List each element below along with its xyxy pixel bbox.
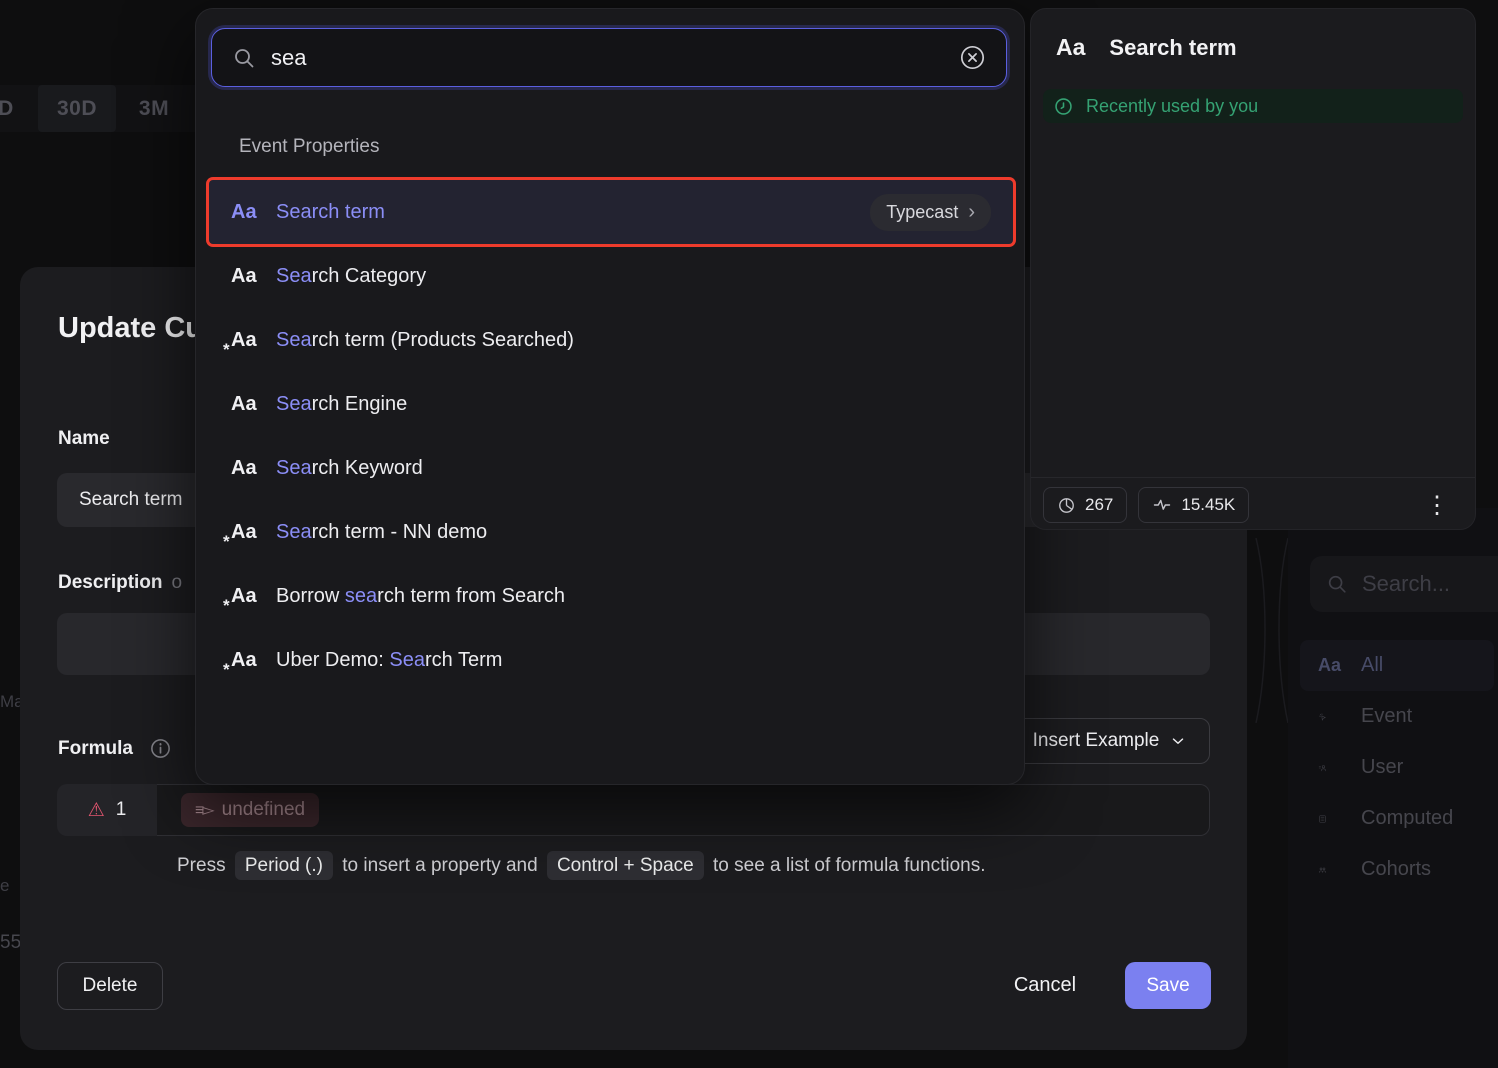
- computed-icon: [1318, 807, 1344, 831]
- event-volume-pill[interactable]: 15.45K: [1138, 487, 1249, 523]
- property-stats: 267 15.45K: [1043, 487, 1249, 523]
- undefined-property-token[interactable]: ≡▻ undefined: [181, 793, 319, 827]
- insert-example-button[interactable]: Insert Example: [1010, 718, 1210, 764]
- event-icon: [1318, 705, 1344, 729]
- section-header-event-properties: Event Properties: [239, 136, 379, 158]
- search-icon: [232, 46, 256, 70]
- text-type-icon: Aa*: [231, 585, 267, 608]
- text-type-icon: Aa: [1056, 34, 1085, 61]
- custom-property-star-icon: *: [223, 340, 230, 360]
- cancel-button[interactable]: Cancel: [990, 962, 1100, 1009]
- pie-chart-icon: [1057, 496, 1076, 515]
- chart-axis-fragment-tick: 55: [0, 932, 21, 954]
- property-row-label: Borrow search term from Search: [276, 585, 565, 608]
- formula-label-row: Formula: [58, 737, 172, 760]
- modal-title: Update Cu: [58, 312, 203, 345]
- search-query-text: sea: [271, 45, 959, 71]
- chevron-down-icon: [1169, 732, 1187, 750]
- sidebar-item-label: Event: [1361, 705, 1412, 728]
- text-type-icon: Aa: [231, 457, 267, 480]
- text-type-icon: Aa: [231, 201, 267, 224]
- formula-hint: Press Period (.) to insert a property an…: [177, 855, 985, 877]
- sidebar-item-label: User: [1361, 756, 1403, 779]
- property-row[interactable]: Aa Search Category: [209, 244, 1013, 308]
- property-row-label: Search term - NN demo: [276, 521, 487, 544]
- text-type-icon: Aa: [1318, 655, 1344, 676]
- description-label: Descriptiono: [58, 572, 182, 594]
- text-type-icon: Aa*: [231, 329, 267, 352]
- property-row-label: Search Keyword: [276, 457, 423, 480]
- user-icon: [1318, 756, 1344, 780]
- distinct-values-pill[interactable]: 267: [1043, 487, 1127, 523]
- formula-input[interactable]: ≡▻ undefined: [157, 784, 1210, 836]
- sidebar-item-computed[interactable]: Computed: [1288, 793, 1498, 844]
- text-type-icon: Aa*: [231, 521, 267, 544]
- sidebar-item-event[interactable]: Event: [1288, 691, 1498, 742]
- time-range-3m-button[interactable]: 3M: [124, 85, 184, 132]
- typecast-button[interactable]: Typecast›: [870, 194, 991, 231]
- property-search-input[interactable]: sea: [211, 28, 1007, 87]
- sidebar-item-user[interactable]: User: [1288, 742, 1498, 793]
- chart-axis-fragment-letter: e: [0, 876, 9, 896]
- property-row[interactable]: Aa* Search term - NN demo: [209, 500, 1013, 564]
- description-optional-fragment: o: [172, 572, 183, 593]
- property-list: AaSearch termTypecast›AaSearch CategoryA…: [209, 180, 1013, 692]
- formula-editor[interactable]: ⚠ 1 ≡▻ undefined: [57, 784, 1210, 836]
- sidebar-item-label: Computed: [1361, 807, 1453, 830]
- sidebar-search-input[interactable]: Search...: [1310, 556, 1498, 612]
- sidebar-item-label: Cohorts: [1361, 858, 1431, 881]
- divider: [1031, 477, 1475, 478]
- property-row[interactable]: Aa* Search term (Products Searched): [209, 308, 1013, 372]
- property-row-selected[interactable]: Aa Search term Typecast›: [209, 180, 1013, 244]
- property-detail-header: Aa Search term: [1056, 34, 1237, 61]
- property-row[interactable]: Aa* Borrow search term from Search: [209, 564, 1013, 628]
- property-row-label: Search Engine: [276, 393, 407, 416]
- chevron-right-icon: ›: [968, 202, 975, 222]
- property-row-label: Search term: [276, 201, 385, 224]
- delete-button[interactable]: Delete: [57, 962, 163, 1010]
- activity-icon: [1152, 495, 1172, 515]
- key-chip-period: Period (.): [235, 851, 333, 880]
- warning-icon: ⚠: [88, 799, 105, 822]
- custom-property-star-icon: *: [223, 532, 230, 552]
- custom-property-icon: ≡▻: [195, 800, 213, 820]
- clear-search-icon[interactable]: [959, 44, 986, 71]
- save-button[interactable]: Save: [1125, 962, 1211, 1009]
- sidebar-item-all[interactable]: Aa All: [1300, 640, 1494, 691]
- custom-property-star-icon: *: [223, 596, 230, 616]
- sidebar-search-placeholder: Search...: [1362, 571, 1450, 597]
- cohorts-icon: [1318, 858, 1344, 882]
- sidebar-item-label: All: [1361, 654, 1383, 677]
- custom-property-star-icon: *: [223, 660, 230, 680]
- property-detail-panel: Aa Search term Recently used by you 267: [1030, 8, 1476, 530]
- property-row-label: Search term (Products Searched): [276, 329, 574, 352]
- property-detail-title: Search term: [1109, 35, 1236, 61]
- recently-used-badge: Recently used by you: [1043, 89, 1463, 123]
- property-row-label: Uber Demo: Search Term: [276, 649, 502, 672]
- property-type-sidebar: Search... Aa All Event User Computed Cohorts: [1288, 508, 1498, 1068]
- more-options-icon[interactable]: ⋮: [1425, 489, 1449, 523]
- sidebar-item-list: Aa All Event User Computed Cohorts: [1288, 640, 1498, 895]
- sidebar-item-cohorts[interactable]: Cohorts: [1288, 844, 1498, 895]
- property-row[interactable]: Aa* Uber Demo: Search Term: [209, 628, 1013, 692]
- app-screen: D 30D 3M May e 55 Search... AaAllEventUs…: [0, 0, 1498, 1068]
- property-row[interactable]: Aa Search Keyword: [209, 436, 1013, 500]
- property-row[interactable]: Aa Search Engine: [209, 372, 1013, 436]
- property-row-label: Search Category: [276, 265, 426, 288]
- key-chip-control-space: Control + Space: [547, 851, 704, 880]
- text-type-icon: Aa*: [231, 649, 267, 672]
- search-icon: [1326, 573, 1348, 595]
- formula-label: Formula: [58, 738, 133, 760]
- text-type-icon: Aa: [231, 393, 267, 416]
- time-range-30d-button[interactable]: 30D: [38, 85, 116, 132]
- text-type-icon: Aa: [231, 265, 267, 288]
- time-range-toolbar: D 30D 3M: [0, 85, 195, 132]
- formula-error-count: ⚠ 1: [57, 784, 157, 836]
- info-icon[interactable]: [149, 737, 172, 760]
- clock-icon: [1053, 96, 1074, 117]
- property-search-dropdown: sea Event Properties Aa Search term Typeca…: [195, 8, 1025, 785]
- name-label: Name: [58, 428, 110, 450]
- time-range-partial[interactable]: D: [0, 85, 26, 132]
